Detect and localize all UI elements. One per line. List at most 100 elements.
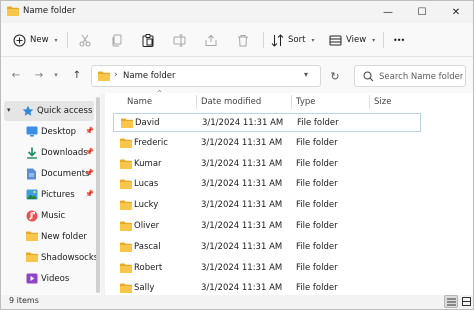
tiles-view-button[interactable] xyxy=(459,295,473,308)
window-title: Name folder xyxy=(23,6,76,16)
arrow-right-icon: → xyxy=(34,69,44,81)
details-view-button[interactable] xyxy=(444,295,458,308)
sort-button-label: Sort xyxy=(288,35,306,45)
arrow-up-icon: ↑ xyxy=(72,69,82,81)
folder-icon xyxy=(7,6,19,16)
folder-icon xyxy=(121,118,133,131)
search-input[interactable] xyxy=(379,69,463,84)
sidebar-item-videos[interactable]: Videos xyxy=(1,269,96,289)
new-button[interactable]: New ▾ xyxy=(13,29,58,51)
minimize-button[interactable]: — xyxy=(371,1,405,23)
column-header-date-modified[interactable]: Date modified xyxy=(201,93,261,111)
file-name: Robert xyxy=(134,262,163,273)
refresh-icon: ↻ xyxy=(330,69,340,83)
more-options-button[interactable]: ••• xyxy=(393,29,405,51)
file-name: Lucas xyxy=(134,179,159,190)
trash-icon xyxy=(238,34,248,46)
share-button[interactable] xyxy=(205,29,217,51)
column-header-type[interactable]: Type xyxy=(296,93,316,111)
search-box[interactable] xyxy=(354,65,466,87)
sidebar-item-label: Desktop xyxy=(41,127,77,137)
sidebar-item-shadowsocksr[interactable]: ShadowsocksR xyxy=(1,248,96,268)
file-list: Name ^ Date modified Type Size David 3/1/… xyxy=(105,90,473,295)
chevron-down-icon: ▾ xyxy=(54,36,58,44)
table-row[interactable]: Pascal 3/1/2024 11:31 AM File folder xyxy=(113,238,421,257)
file-name: Oliver xyxy=(134,221,160,231)
file-type: File folder xyxy=(296,241,338,252)
sidebar-item-label: Pictures xyxy=(41,190,75,200)
table-row[interactable]: Oliver 3/1/2024 11:31 AM File folder xyxy=(113,217,421,236)
date-modified: 3/1/2024 11:31 AM xyxy=(201,200,283,211)
new-button-label: New xyxy=(30,35,49,45)
sort-button[interactable]: Sort ▾ xyxy=(271,29,314,51)
sidebar-scrollbar[interactable] xyxy=(96,97,100,293)
forward-button[interactable]: → xyxy=(30,67,48,83)
sidebar-item-documents[interactable]: Documents 📌 xyxy=(1,164,96,184)
table-row[interactable]: David 3/1/2024 11:31 AM File folder xyxy=(113,113,421,132)
sidebar-item-music[interactable]: Music xyxy=(1,206,96,226)
chevron-down-icon[interactable]: ▾ xyxy=(7,106,11,114)
recent-locations-button[interactable]: ▾ xyxy=(47,67,65,83)
rename-button[interactable] xyxy=(173,29,186,51)
column-divider[interactable] xyxy=(291,95,292,109)
share-icon xyxy=(205,34,217,46)
chevron-down-icon[interactable]: ▾ xyxy=(304,70,308,79)
navigation-bar: ← → ▾ ↑ › Name folder ▾ ↻ xyxy=(1,57,473,93)
sort-ascending-icon: ^ xyxy=(157,90,163,97)
chevron-down-icon: ▾ xyxy=(372,36,376,44)
sidebar-item-label: Music xyxy=(41,211,66,221)
sidebar-item-label: Downloads xyxy=(41,148,88,158)
file-type: File folder xyxy=(297,118,339,128)
file-type: File folder xyxy=(296,283,338,294)
column-divider[interactable] xyxy=(196,95,197,109)
file-name: Frederic xyxy=(134,137,168,148)
table-row[interactable]: Lucky 3/1/2024 11:31 AM File folder xyxy=(113,196,421,215)
chevron-right-icon: › xyxy=(114,70,118,80)
maximize-button[interactable]: ☐ xyxy=(405,1,439,23)
table-row[interactable]: Robert 3/1/2024 11:31 AM File folder xyxy=(113,259,421,278)
item-count: 9 items xyxy=(9,296,39,305)
table-row[interactable]: Kumar 3/1/2024 11:31 AM File folder xyxy=(113,155,421,174)
date-modified: 3/1/2024 11:31 AM xyxy=(201,158,283,169)
sidebar-item-label: New folder xyxy=(41,232,87,242)
delete-button[interactable] xyxy=(237,29,249,51)
close-button[interactable]: ✕ xyxy=(439,1,473,23)
refresh-button[interactable]: ↻ xyxy=(325,67,345,85)
back-button[interactable]: ← xyxy=(7,67,25,83)
copy-button[interactable] xyxy=(111,29,123,51)
folder-icon xyxy=(120,263,132,276)
plus-circle-icon xyxy=(13,34,26,46)
sidebar-item-desktop[interactable]: Desktop 📌 xyxy=(1,122,96,142)
sidebar-item-label: Quick access xyxy=(37,106,93,116)
view-button[interactable]: View ▾ xyxy=(329,29,375,51)
folder-icon xyxy=(26,252,38,262)
title-bar: Name folder — ☐ ✕ xyxy=(1,1,473,23)
table-row[interactable]: Frederic 3/1/2024 11:31 AM File folder xyxy=(113,134,421,153)
address-bar[interactable]: › Name folder ▾ xyxy=(91,65,321,87)
sidebar-item-new-folder[interactable]: New folder xyxy=(1,227,96,247)
file-type: File folder xyxy=(296,179,338,190)
details-view-icon xyxy=(446,298,456,305)
date-modified: 3/1/2024 11:31 AM xyxy=(202,118,284,128)
date-modified: 3/1/2024 11:31 AM xyxy=(201,283,283,294)
table-row[interactable]: Lucas 3/1/2024 11:31 AM File folder xyxy=(113,175,421,194)
file-explorer-window: Name folder — ☐ ✕ New ▾ Sort ▾ View ▾ ••… xyxy=(0,0,474,310)
pin-icon: 📌 xyxy=(85,148,94,156)
search-icon xyxy=(363,71,374,82)
sidebar-item-pictures[interactable]: Pictures 📌 xyxy=(1,185,96,205)
sidebar-item-quick-access[interactable]: ▾ Quick access xyxy=(4,101,94,121)
copy-icon xyxy=(112,34,122,46)
sidebar-item-downloads[interactable]: Downloads 📌 xyxy=(1,143,96,163)
cut-button[interactable] xyxy=(79,29,91,51)
pin-icon: 📌 xyxy=(85,190,94,198)
divider xyxy=(263,32,264,48)
folder-icon xyxy=(120,242,132,255)
column-header-size[interactable]: Size xyxy=(374,93,391,111)
arrow-left-icon: ← xyxy=(11,69,21,81)
column-divider[interactable] xyxy=(369,95,370,109)
column-header-name[interactable]: Name ^ xyxy=(127,90,162,111)
folder-icon xyxy=(120,200,132,213)
up-button[interactable]: ↑ xyxy=(68,67,86,83)
breadcrumb-item[interactable]: Name folder xyxy=(123,71,175,81)
paste-button[interactable] xyxy=(142,29,154,51)
